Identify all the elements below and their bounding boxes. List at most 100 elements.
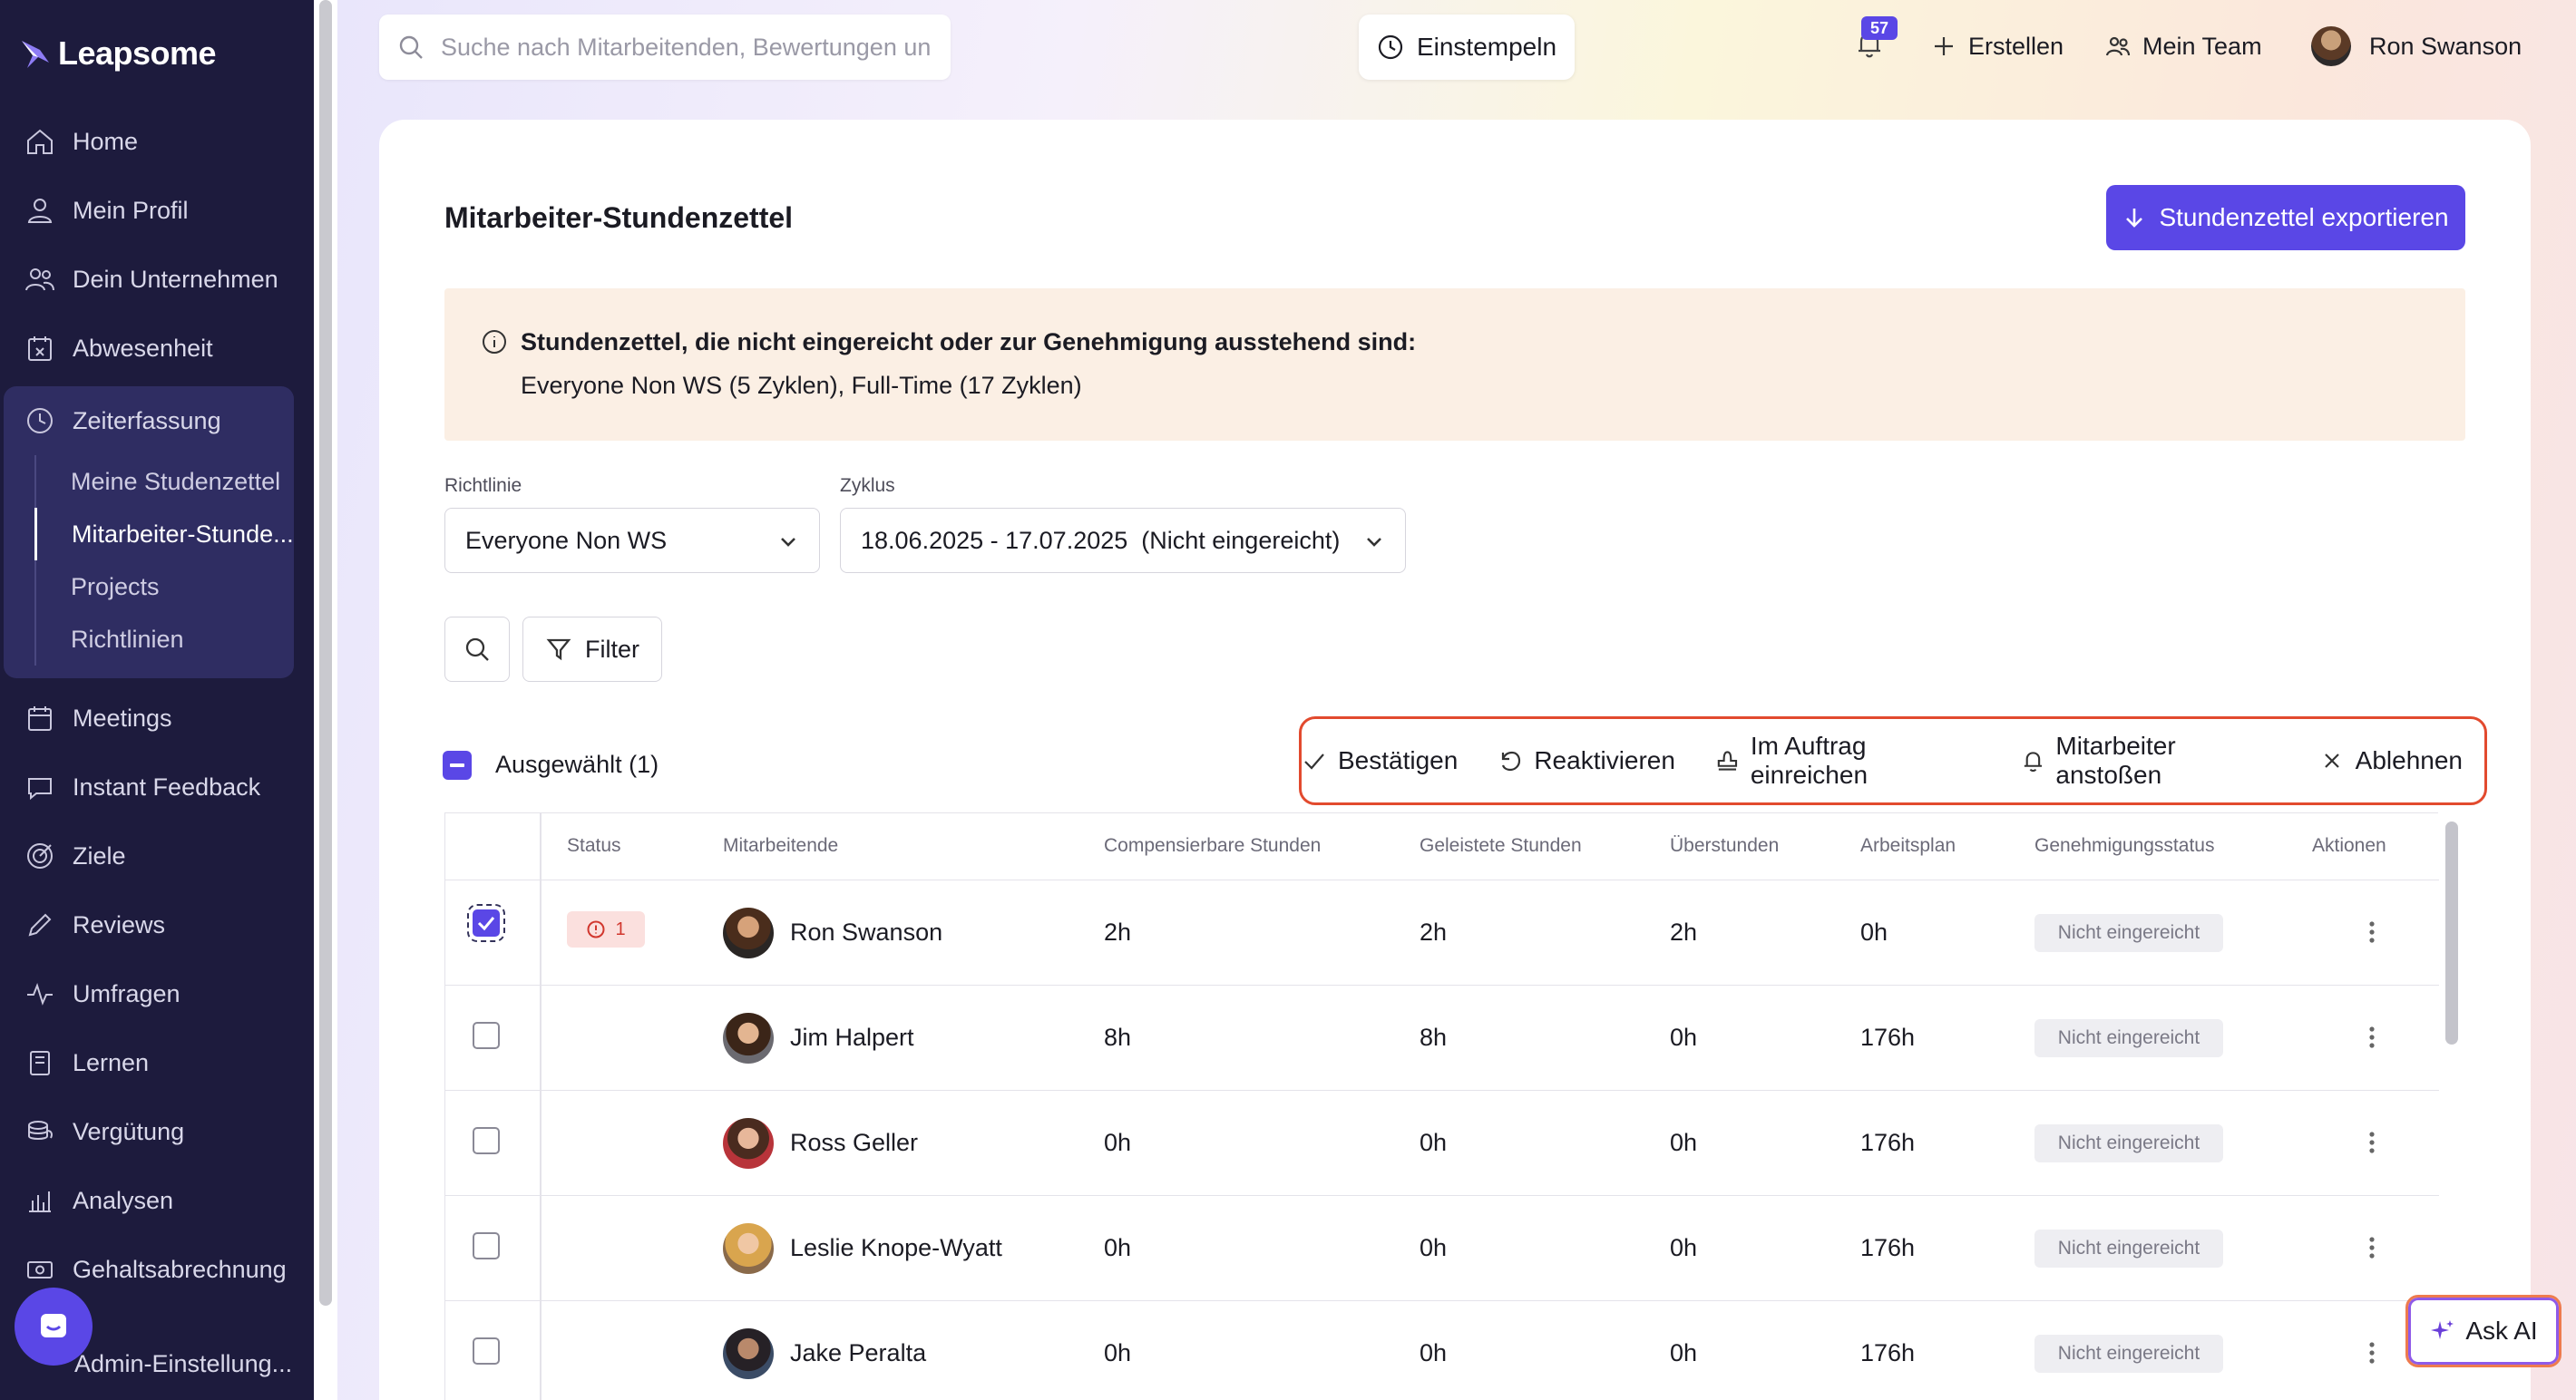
- confirm-button[interactable]: Bestätigen: [1302, 746, 1458, 775]
- cycle-select[interactable]: 18.06.2025 - 17.07.2025 (Nicht eingereic…: [840, 508, 1406, 573]
- reactivate-label: Reaktivieren: [1534, 746, 1675, 774]
- reject-button[interactable]: Ablehnen: [2319, 746, 2463, 775]
- row-actions-menu[interactable]: [2363, 1024, 2381, 1051]
- sidebar-item-time-tracking[interactable]: Zeiterfassung: [4, 386, 294, 455]
- sidebar-item-meetings[interactable]: Meetings: [0, 684, 314, 753]
- worked-hours: 0h: [1420, 1339, 1448, 1366]
- filter-button[interactable]: Filter: [522, 617, 662, 682]
- sidebar-item-compensation[interactable]: Vergütung: [0, 1097, 314, 1166]
- row-checkbox[interactable]: [467, 904, 505, 942]
- header-approval-status[interactable]: Genehmigungsstatus: [2034, 835, 2214, 857]
- header-overtime[interactable]: Überstunden: [1670, 835, 1779, 857]
- sidebar: Leapsome Home Mein Profil Dein Unternehm…: [0, 0, 314, 1400]
- sidebar-item-company[interactable]: Dein Unternehmen: [0, 245, 314, 314]
- avatar: [723, 1118, 774, 1169]
- logo-text: Leapsome: [58, 34, 217, 72]
- status-badge[interactable]: 1: [567, 911, 645, 948]
- sidebar-nav: Home Mein Profil Dein Unternehmen Abwese…: [0, 107, 314, 1398]
- undo-icon: [1502, 751, 1521, 772]
- user-name: Ron Swanson: [2369, 32, 2522, 60]
- row-checkbox[interactable]: [473, 1127, 500, 1154]
- arrow-down-icon: [2126, 209, 2143, 228]
- row-checkbox[interactable]: [473, 1022, 500, 1049]
- employee-name[interactable]: Ross Geller: [790, 1129, 918, 1157]
- employee-name[interactable]: Leslie Knope-Wyatt: [790, 1234, 1002, 1262]
- table-row[interactable]: Jim Halpert 8h 8h 0h 176h Nicht eingerei…: [445, 986, 2439, 1091]
- sidebar-item-instant-feedback[interactable]: Instant Feedback: [0, 753, 314, 822]
- cycle-value: 18.06.2025 - 17.07.2025 (Nicht eingereic…: [861, 526, 1341, 554]
- filter-label: Filter: [585, 635, 639, 663]
- select-all-checkbox[interactable]: [443, 751, 472, 780]
- sidebar-item-home[interactable]: Home: [0, 107, 314, 176]
- table-row[interactable]: Ross Geller 0h 0h 0h 176h Nicht eingerei…: [445, 1091, 2439, 1196]
- employee-name[interactable]: Ron Swanson: [790, 919, 942, 947]
- notice-text: Everyone Non WS (5 Zyklen), Full-Time (1…: [521, 372, 1082, 399]
- nudge-employee-button[interactable]: Mitarbeiter anstoßen: [2021, 732, 2279, 790]
- bulk-actions-bar: Bestätigen Reaktivieren Im Auftrag einre…: [1299, 716, 2487, 805]
- sidebar-item-profile[interactable]: Mein Profil: [0, 176, 314, 245]
- table-row[interactable]: Jake Peralta 0h 0h 0h 176h Nicht eingere…: [445, 1301, 2439, 1400]
- sidebar-item-analytics[interactable]: Analysen: [0, 1166, 314, 1235]
- support-chat-button[interactable]: [15, 1288, 93, 1366]
- submit-on-behalf-button[interactable]: Im Auftrag einreichen: [1715, 732, 1981, 790]
- row-actions-menu[interactable]: [2363, 1339, 2381, 1366]
- leapsome-logo[interactable]: Leapsome: [20, 31, 217, 76]
- row-actions-menu[interactable]: [2363, 1129, 2381, 1156]
- export-timesheets-button[interactable]: Stundenzettel exportieren: [2106, 185, 2465, 250]
- sidebar-item-absence[interactable]: Abwesenheit: [0, 314, 314, 383]
- sidebar-subitem-employee-timesheets[interactable]: Mitarbeiter-Stunde...: [34, 508, 294, 560]
- clock-icon: [24, 404, 56, 437]
- schedule-hours: 176h: [1860, 1234, 1916, 1261]
- sidebar-item-learning[interactable]: Lernen: [0, 1028, 314, 1097]
- sidebar-subitem-my-timesheets[interactable]: Meine Studenzettel: [34, 455, 294, 508]
- user-menu-button[interactable]: Ron Swanson: [2311, 25, 2522, 67]
- search-input[interactable]: [441, 33, 931, 62]
- sidebar-item-goals[interactable]: Ziele: [0, 822, 314, 890]
- sidebar-item-label: Analysen: [73, 1186, 174, 1214]
- stamp-icon: [1717, 751, 1738, 771]
- header-worked-hours[interactable]: Geleistete Stunden: [1420, 835, 1582, 857]
- ask-ai-button[interactable]: Ask AI: [2405, 1295, 2561, 1367]
- sidebar-scrollbar[interactable]: [319, 0, 332, 1306]
- check-icon: [1304, 753, 1324, 770]
- row-checkbox[interactable]: [473, 1337, 500, 1365]
- alert-icon: [587, 920, 605, 938]
- employee-name[interactable]: Jake Peralta: [790, 1339, 926, 1367]
- table-row[interactable]: 1 Ron Swanson 2h 2h 2h 0h Nicht eingerei…: [445, 880, 2439, 986]
- schedule-hours: 0h: [1860, 919, 1888, 946]
- reactivate-button[interactable]: Reaktivieren: [1498, 746, 1675, 775]
- approval-status-badge: Nicht eingereicht: [2034, 914, 2223, 952]
- row-checkbox[interactable]: [473, 1232, 500, 1259]
- global-search[interactable]: [379, 15, 951, 80]
- clock-in-button[interactable]: Einstempeln: [1359, 15, 1575, 80]
- schedule-hours: 176h: [1860, 1339, 1916, 1366]
- sidebar-item-label: Ziele: [73, 841, 126, 870]
- overtime-hours: 2h: [1670, 919, 1698, 946]
- sidebar-item-surveys[interactable]: Umfragen: [0, 959, 314, 1028]
- policy-select[interactable]: Everyone Non WS: [444, 508, 820, 573]
- worked-hours: 2h: [1420, 919, 1448, 946]
- sidebar-item-reviews[interactable]: Reviews: [0, 890, 314, 959]
- kebab-menu-icon: [2369, 1342, 2375, 1364]
- create-button[interactable]: Erstellen: [1930, 25, 2064, 67]
- sidebar-item-label: Gehaltsabrechnung: [73, 1255, 287, 1283]
- header-compensable-hours[interactable]: Compensierbare Stunden: [1104, 835, 1321, 857]
- search-icon: [465, 637, 489, 661]
- header-status[interactable]: Status: [567, 835, 621, 857]
- header-employee[interactable]: Mitarbeitende: [723, 835, 838, 857]
- row-actions-menu[interactable]: [2363, 919, 2381, 946]
- policy-label: Richtlinie: [444, 475, 522, 496]
- sidebar-group-time-tracking: Zeiterfassung Meine Studenzettel Mitarbe…: [4, 386, 294, 678]
- header-schedule[interactable]: Arbeitsplan: [1860, 835, 1956, 857]
- table-row[interactable]: Leslie Knope-Wyatt 0h 0h 0h 176h Nicht e…: [445, 1196, 2439, 1301]
- row-actions-menu[interactable]: [2363, 1234, 2381, 1261]
- sidebar-subitem-projects[interactable]: Projects: [34, 560, 294, 613]
- table-search-button[interactable]: [444, 617, 510, 682]
- sidebar-item-label: Instant Feedback: [73, 773, 261, 801]
- table-scrollbar[interactable]: [2445, 822, 2458, 1045]
- bell-icon: [2024, 752, 2042, 773]
- overtime-hours: 0h: [1670, 1234, 1698, 1261]
- employee-name[interactable]: Jim Halpert: [790, 1024, 914, 1052]
- my-team-button[interactable]: Mein Team: [2104, 25, 2262, 67]
- sidebar-subitem-policies[interactable]: Richtlinien: [34, 613, 294, 666]
